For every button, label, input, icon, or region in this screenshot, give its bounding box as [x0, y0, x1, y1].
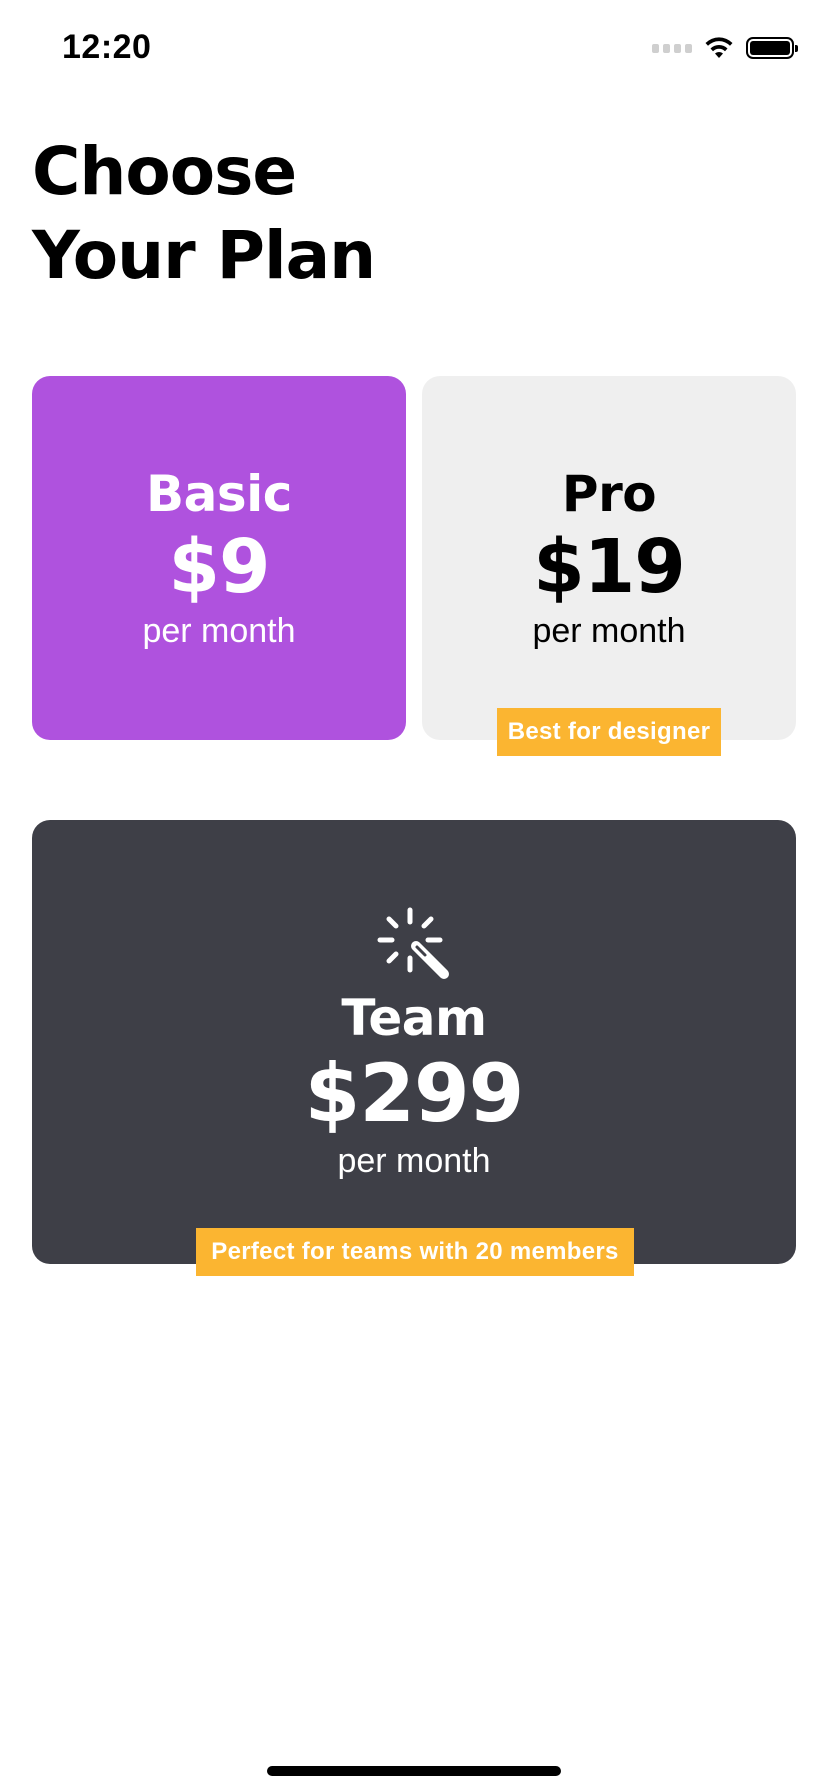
plan-card-content: Pro $19 per month: [422, 464, 796, 652]
status-icons: [652, 36, 798, 60]
plan-card-basic[interactable]: Basic $9 per month: [32, 376, 406, 740]
plan-price: $19: [533, 524, 685, 610]
plan-name: Team: [341, 989, 487, 1047]
plan-period: per month: [142, 612, 296, 650]
plan-period: per month: [337, 1142, 491, 1180]
magic-wand-icon: [377, 907, 449, 979]
battery-icon: [746, 37, 798, 59]
plan-badge-pro: Best for designer: [497, 708, 721, 756]
plan-name: Pro: [561, 465, 657, 523]
page-title-line1: Choose: [32, 133, 297, 210]
status-bar: 12:20: [0, 0, 828, 100]
plan-badge-team: Perfect for teams with 20 members: [196, 1228, 634, 1276]
cellular-signal-icon: [652, 43, 692, 53]
plan-card-content: Team $299 per month: [32, 906, 796, 1182]
plan-card-pro[interactable]: Pro $19 per month: [422, 376, 796, 740]
page-title-line2: Your Plan: [32, 217, 376, 294]
plan-period: per month: [532, 612, 686, 650]
plan-price: $299: [304, 1047, 525, 1140]
plan-card-team[interactable]: Team $299 per month: [32, 820, 796, 1264]
wifi-icon: [705, 37, 733, 58]
plan-price: $9: [168, 524, 271, 610]
plan-card-content: Basic $9 per month: [32, 464, 406, 652]
plan-name: Basic: [146, 465, 292, 523]
home-indicator[interactable]: [267, 1766, 561, 1776]
page-title: Choose Your Plan: [32, 130, 376, 298]
status-time: 12:20: [62, 28, 152, 66]
